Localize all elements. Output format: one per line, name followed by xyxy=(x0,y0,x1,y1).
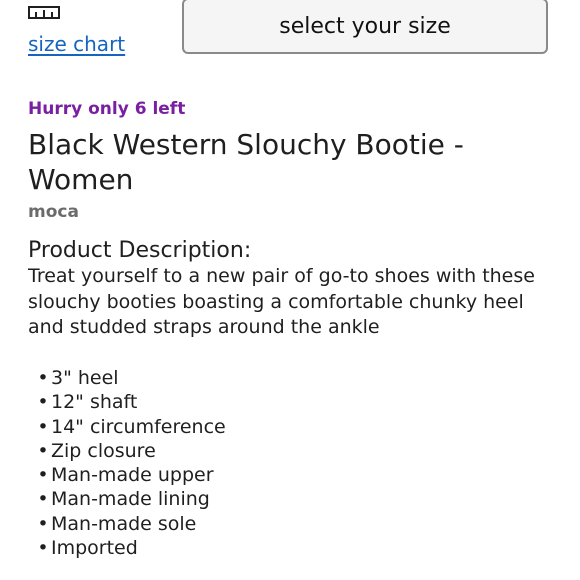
feature-item: 14" circumference xyxy=(36,415,226,439)
stock-badge: Hurry only 6 left xyxy=(28,99,186,119)
product-title: Black Western Slouchy Bootie - Women xyxy=(28,128,464,196)
ruler-icon xyxy=(28,4,60,20)
feature-item: 3" heel xyxy=(36,366,226,390)
description-text: Treat yourself to a new pair of go-to sh… xyxy=(28,265,535,338)
feature-item: 12" shaft xyxy=(36,390,226,414)
description-heading: Product Description: xyxy=(28,238,252,263)
brand-name: moca xyxy=(28,202,79,222)
feature-item: Zip closure xyxy=(36,439,226,463)
size-chart-link[interactable]: size chart xyxy=(28,32,125,56)
features-list: 3" heel 12" shaft 14" circumference Zip … xyxy=(36,366,226,560)
feature-item: Man-made lining xyxy=(36,487,226,511)
feature-item: Man-made upper xyxy=(36,463,226,487)
feature-item: Man-made sole xyxy=(36,512,226,536)
feature-item: Imported xyxy=(36,536,226,560)
size-select-button[interactable]: select your size xyxy=(182,0,548,54)
size-select-label: select your size xyxy=(279,13,451,39)
